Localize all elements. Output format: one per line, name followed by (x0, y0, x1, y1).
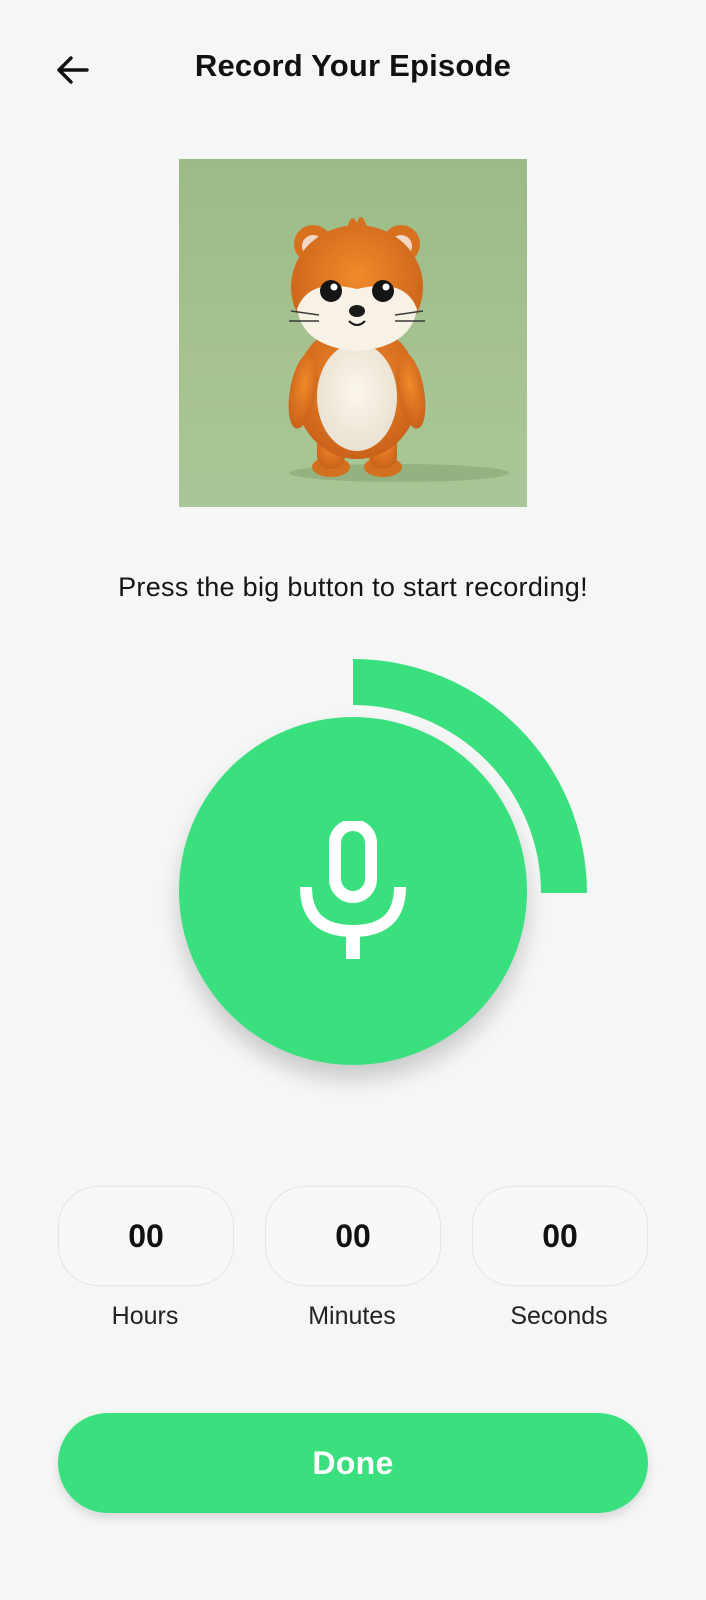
seconds-label: Seconds (510, 1302, 608, 1330)
episode-artwork (179, 159, 527, 507)
hamster-illustration (288, 216, 509, 482)
recording-timer: 00 Hours 00 Minutes 00 Seconds (0, 1186, 706, 1336)
done-button[interactable]: Done (58, 1413, 648, 1513)
minutes-label: Minutes (308, 1302, 396, 1330)
minutes-display: 00 (265, 1186, 441, 1286)
hours-display: 00 (58, 1186, 234, 1286)
record-button[interactable] (179, 717, 527, 1065)
header: Record Your Episode (0, 0, 706, 140)
hours-label: Hours (111, 1302, 179, 1330)
page-title: Record Your Episode (194, 48, 512, 83)
seconds-display: 00 (472, 1186, 648, 1286)
recording-instruction: Press the big button to start recording! (118, 572, 588, 602)
record-area (0, 640, 706, 1080)
microphone-icon (300, 821, 406, 959)
